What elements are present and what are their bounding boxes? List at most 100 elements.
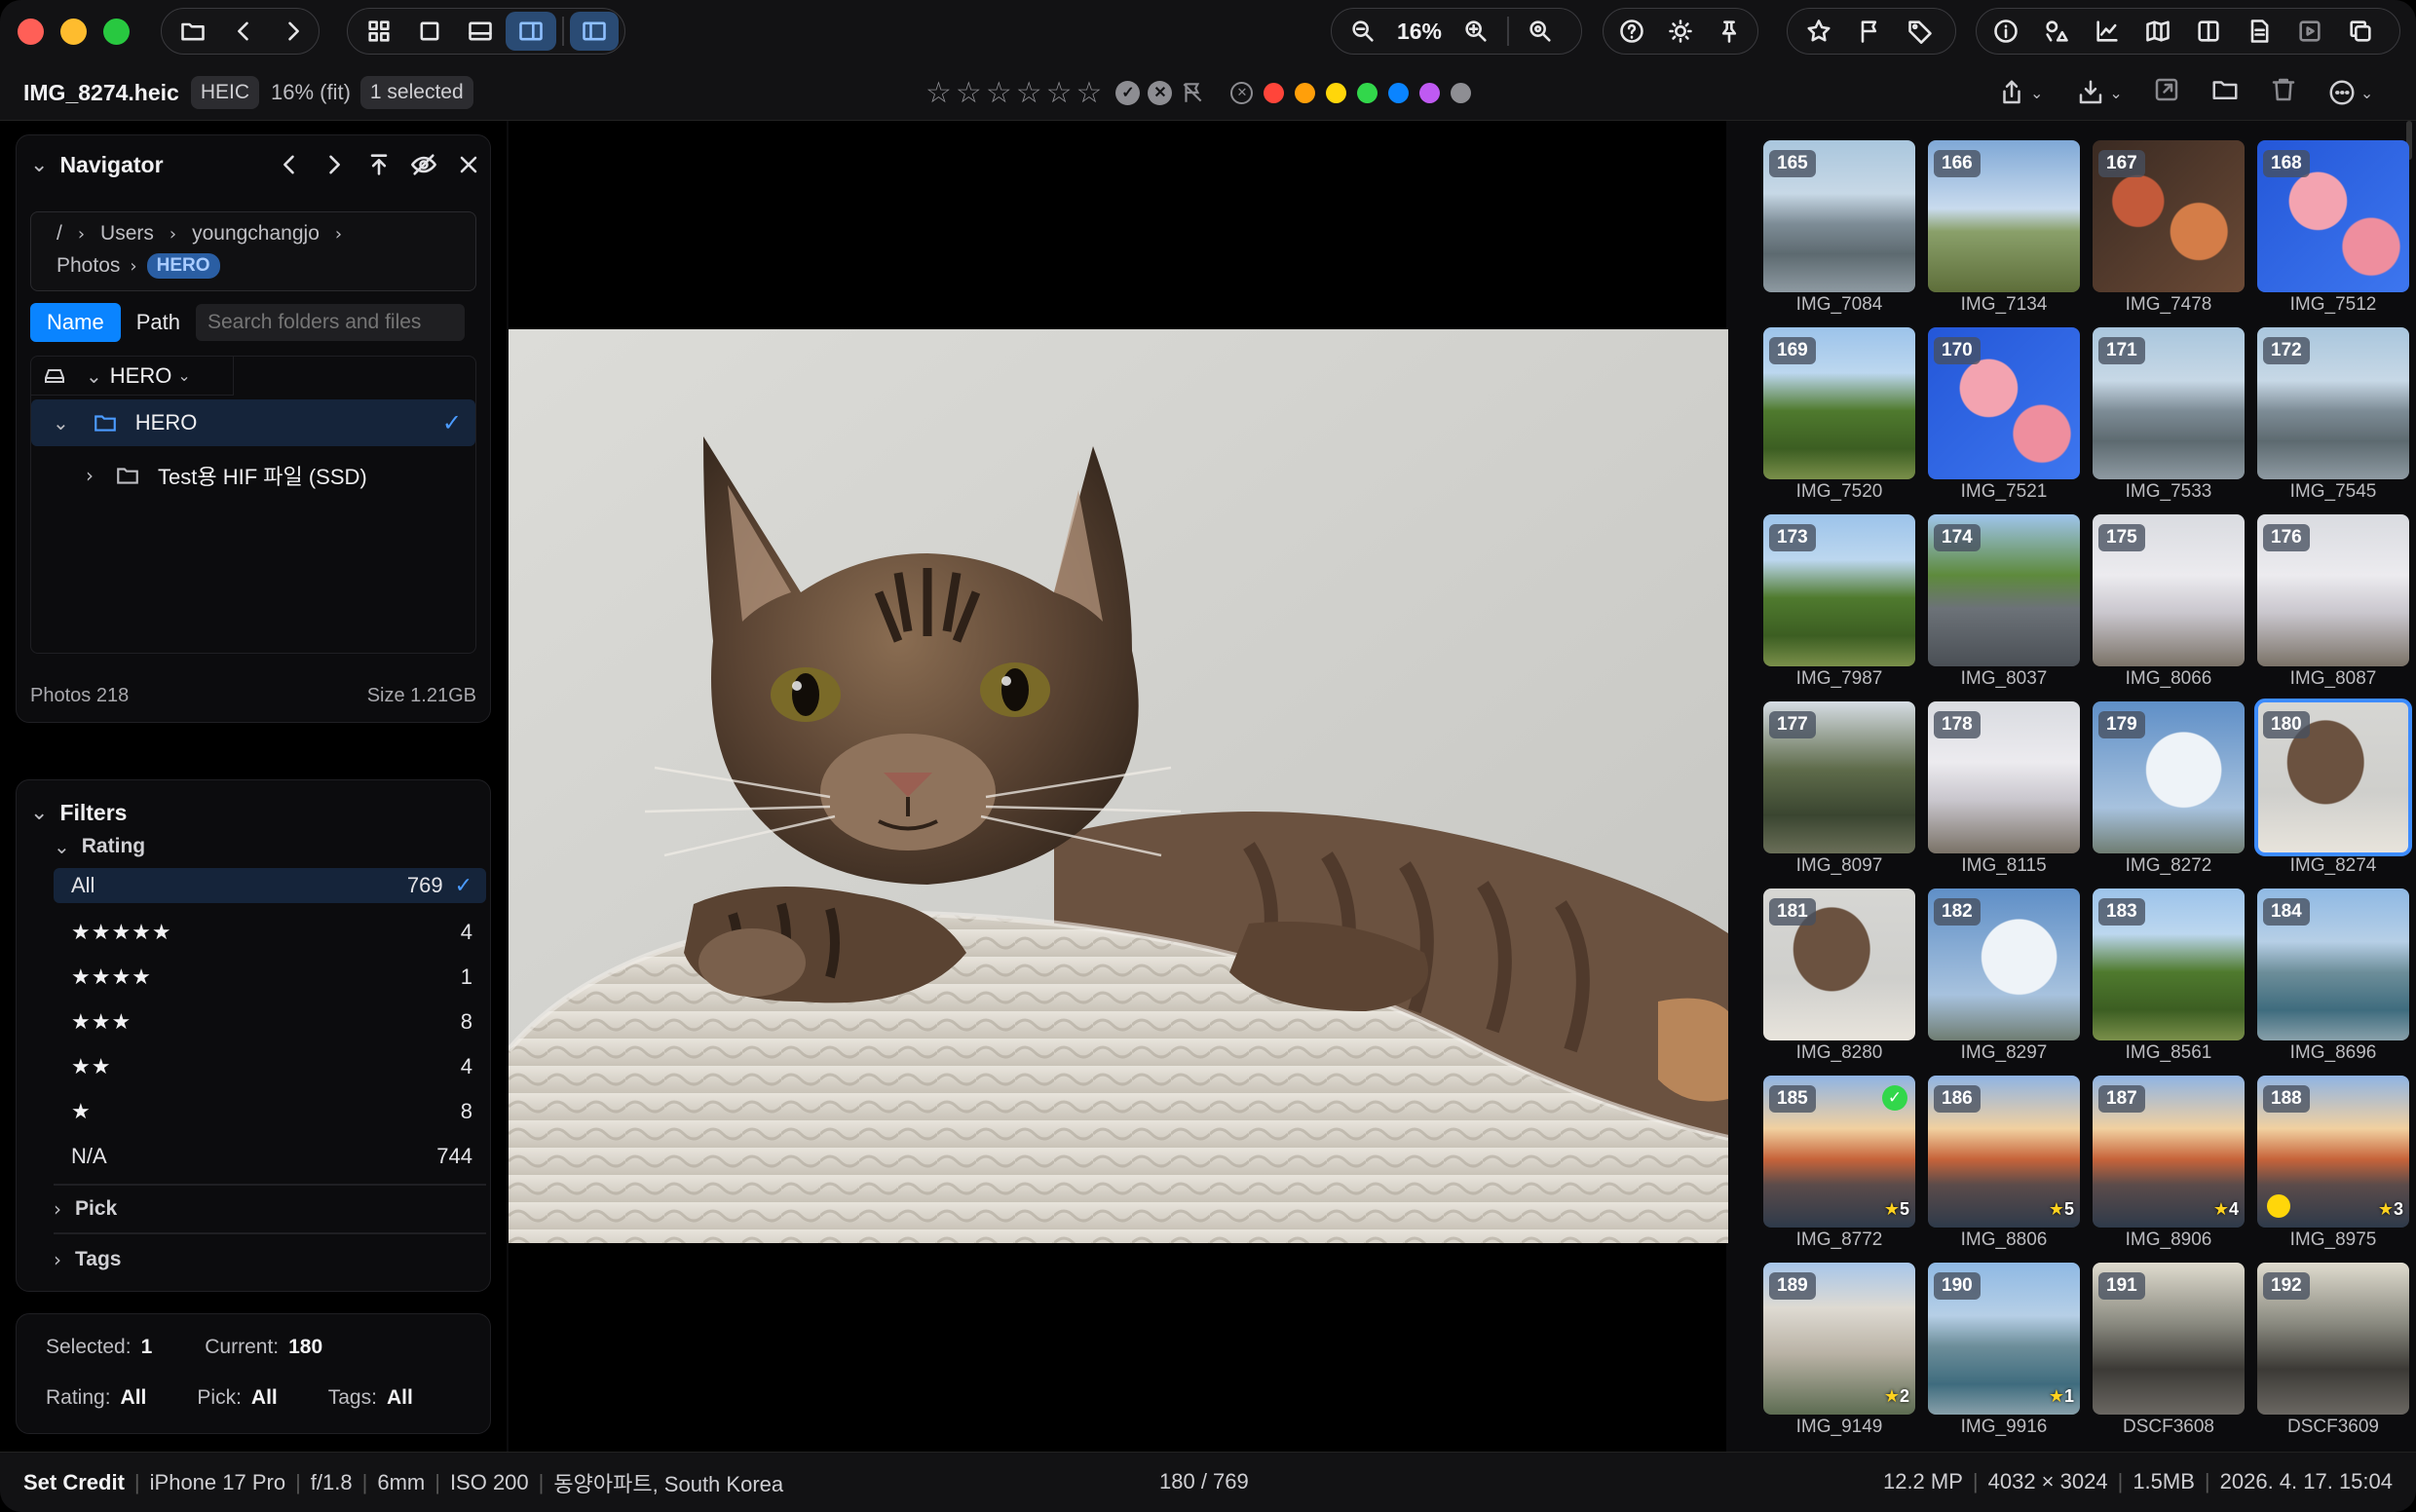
open-folder-button[interactable] (168, 12, 218, 51)
rating-filter-na[interactable]: N/A 744 (54, 1137, 486, 1176)
toggle-sidebar-button[interactable] (569, 12, 619, 51)
reject-x-icon[interactable]: ✕ (1148, 80, 1173, 105)
thumbnail-175[interactable]: 175 IMG_8066 (2093, 514, 2245, 694)
thumbnail-172[interactable]: 172 IMG_7545 (2257, 327, 2409, 507)
pick-section[interactable]: › Pick (54, 1191, 117, 1227)
help-button[interactable] (1607, 12, 1656, 51)
forward-button[interactable] (268, 12, 319, 51)
thumbnail-185[interactable]: 185 ✓ ★5 IMG_8772 (1763, 1076, 1915, 1255)
compare-button[interactable] (2183, 12, 2234, 51)
back-button[interactable] (218, 12, 269, 51)
volume-selector[interactable]: ⌄ HERO ⌄ (31, 357, 234, 396)
thumbnail-grid[interactable]: 165 IMG_7084 166 IMG_7134 167 IMG_7478 168 IMG_… (1728, 121, 2416, 1452)
rate-button[interactable] (1793, 12, 1844, 51)
rating-filter-all[interactable]: All 769 ✓ (54, 868, 486, 903)
grid-view-button[interactable] (354, 12, 404, 51)
zoom-window-button[interactable] (103, 19, 130, 45)
thumbnail-191[interactable]: 191 DSCF3608 (2093, 1263, 2245, 1442)
color-label-purple[interactable] (1419, 82, 1441, 103)
more-button[interactable]: ⌄ (2327, 78, 2373, 107)
nav-up-button[interactable] (361, 147, 396, 182)
thumbnail-180[interactable]: 180 IMG_8274 (2254, 699, 2412, 881)
thumbnail-187[interactable]: 187 ★4 IMG_8906 (2093, 1076, 2245, 1255)
thumbnail-174[interactable]: 174 IMG_8037 (1928, 514, 2080, 694)
thumbnail-184[interactable]: 184 IMG_8696 (2257, 888, 2409, 1068)
brightness-button[interactable] (1656, 12, 1705, 51)
rating-star-3[interactable]: ☆ (986, 76, 1012, 110)
pick-check-icon[interactable]: ✓ (1115, 80, 1141, 105)
color-label-orange[interactable] (1295, 82, 1316, 103)
zoom-level[interactable]: 16% (1388, 19, 1451, 45)
rating-star-1[interactable]: ☆ (925, 76, 952, 110)
split-view-button[interactable] (506, 12, 556, 51)
nav-forward-button[interactable] (317, 147, 352, 182)
close-navigator-button[interactable] (451, 147, 486, 182)
thumbnail-169[interactable]: 169 IMG_7520 (1763, 327, 1915, 507)
chevron-down-icon[interactable]: ⌄ (30, 801, 48, 825)
flag-button[interactable] (1844, 12, 1895, 51)
thumbnail-186[interactable]: 186 ★5 IMG_8806 (1928, 1076, 2080, 1255)
tab-path[interactable]: Path (121, 303, 196, 342)
pin-button[interactable] (1705, 12, 1754, 51)
rating-star-5[interactable]: ☆ (1046, 76, 1073, 110)
chevron-down-icon[interactable]: ⌄ (53, 411, 69, 435)
thumbnail-171[interactable]: 171 IMG_7533 (2093, 327, 2245, 507)
zoom-fit-button[interactable] (1515, 12, 1566, 51)
chevron-right-icon[interactable]: › (86, 464, 94, 487)
thumbnail-173[interactable]: 173 IMG_7987 (1763, 514, 1915, 694)
search-input[interactable] (195, 304, 465, 341)
adjustments-button[interactable] (2031, 12, 2082, 51)
hide-button[interactable] (406, 147, 441, 182)
color-label-green[interactable] (1357, 82, 1378, 103)
breadcrumb-current[interactable]: HERO (146, 253, 220, 279)
breadcrumb-users[interactable]: Users (100, 222, 154, 246)
main-photo[interactable] (509, 329, 1728, 1243)
reveal-in-folder-button[interactable] (2210, 75, 2240, 110)
thumbnail-188[interactable]: 188 ★3 IMG_8975 (2257, 1076, 2409, 1255)
rating-star-2[interactable]: ☆ (956, 76, 982, 110)
rating-filter-5[interactable]: ★★★★★ 4 (54, 913, 486, 952)
thumbnail-181[interactable]: 181 IMG_8280 (1763, 888, 1915, 1068)
thumbnail-165[interactable]: 165 IMG_7084 (1763, 140, 1915, 320)
thumbnail-168[interactable]: 168 IMG_7512 (2257, 140, 2409, 320)
thumbnail-177[interactable]: 177 IMG_8097 (1763, 701, 1915, 881)
nav-back-button[interactable] (272, 147, 307, 182)
breadcrumb-root[interactable]: / (57, 222, 62, 246)
single-view-button[interactable] (404, 12, 455, 51)
map-button[interactable] (2133, 12, 2183, 51)
color-label-gray[interactable] (1451, 82, 1472, 103)
tab-name[interactable]: Name (30, 303, 121, 342)
histogram-button[interactable] (2082, 12, 2133, 51)
thumbnail-170[interactable]: 170 IMG_7521 (1928, 327, 2080, 507)
chevron-down-icon[interactable]: ⌄ (30, 153, 48, 177)
rating-star-4[interactable]: ☆ (1016, 76, 1042, 110)
tree-item-test-ssd[interactable]: › Test용 HIF 파일 (SSD) (31, 452, 475, 499)
filmstrip-view-button[interactable] (455, 12, 506, 51)
rating-filter-4[interactable]: ★★★★ 1 (54, 958, 486, 997)
thumbnail-189[interactable]: 189 ★2 IMG_9149 (1763, 1263, 1915, 1442)
copy-button[interactable] (2335, 12, 2386, 51)
thumbnail-179[interactable]: 179 IMG_8272 (2093, 701, 2245, 881)
open-external-button[interactable] (2152, 75, 2181, 110)
metadata-button[interactable] (2234, 12, 2284, 51)
breadcrumb-user[interactable]: youngchangjo (192, 222, 320, 246)
breadcrumb-photos[interactable]: Photos (57, 254, 120, 278)
color-label-red[interactable] (1264, 82, 1285, 103)
thumbnail-178[interactable]: 178 IMG_8115 (1928, 701, 2080, 881)
thumbnail-182[interactable]: 182 IMG_8297 (1928, 888, 2080, 1068)
delete-button[interactable] (2269, 75, 2298, 110)
share-button[interactable]: ⌄ (1997, 78, 2043, 107)
color-label-yellow[interactable] (1326, 82, 1347, 103)
tags-section[interactable]: › Tags (54, 1242, 121, 1277)
clear-color-label-icon[interactable]: ✕ (1230, 81, 1254, 104)
thumbnail-190[interactable]: 190 ★1 IMG_9916 (1928, 1263, 2080, 1442)
close-window-button[interactable] (18, 19, 44, 45)
export-button[interactable]: ⌄ (2076, 78, 2123, 107)
rating-filter-2[interactable]: ★★ 4 (54, 1047, 486, 1086)
color-label-blue[interactable] (1388, 82, 1410, 103)
tag-button[interactable] (1895, 12, 1945, 51)
info-button[interactable] (1981, 12, 2031, 51)
thumbnail-183[interactable]: 183 IMG_8561 (2093, 888, 2245, 1068)
thumbnail-192[interactable]: 192 DSCF3609 (2257, 1263, 2409, 1442)
set-credit-button[interactable]: Set Credit (23, 1470, 125, 1495)
